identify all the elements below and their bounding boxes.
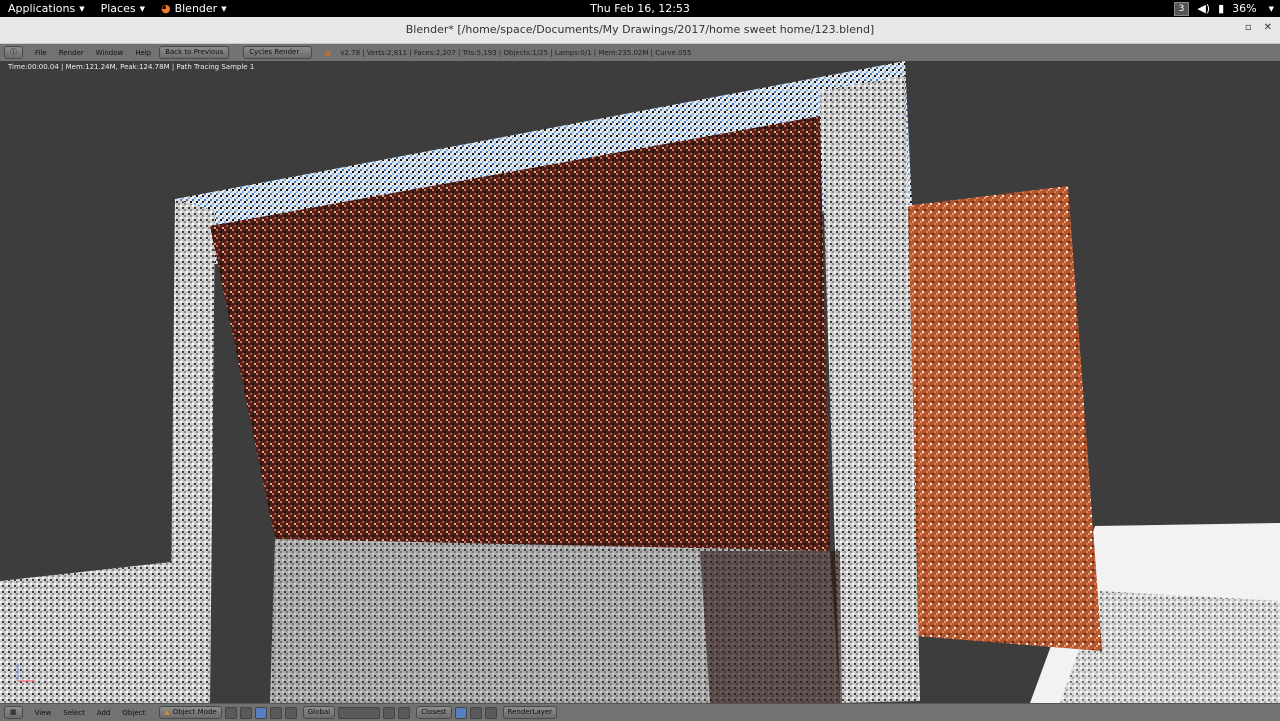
orientation-dropdown[interactable]: Global [302,706,336,719]
maximize-icon[interactable]: ▫ [1245,22,1252,33]
workspace-indicator[interactable]: 3 [1173,1,1190,16]
rotate-icon[interactable] [284,706,297,719]
object-mode-icon: ▲ [164,708,170,716]
floor-surface [0,561,200,703]
window-title-bar: Blender* [/home/space/Documents/My Drawi… [0,17,1280,44]
places-menu[interactable]: Places ▼ [93,2,153,15]
scene-stats: v2.78 | Verts:2,811 | Faces:2,207 | Tris… [340,48,692,57]
3d-viewport[interactable]: Time:00:00.04 | Mem:121.24M, Peak:124.78… [0,61,1280,703]
clock[interactable]: Thu Feb 16, 12:53 [590,2,690,15]
snap-icon[interactable] [398,706,411,719]
back-to-previous-label: Back to Previous [165,48,224,56]
menu-window[interactable]: Window [96,49,124,57]
opengl-render-icon[interactable] [469,706,482,719]
side-wall [905,186,1102,651]
mode-label: Object Mode [172,708,217,716]
close-icon[interactable]: ✕ [1264,22,1272,33]
3d-view-header: ▦ View Select Add Object ▲ Object Mode G… [0,703,1280,721]
menu-render[interactable]: Render [59,49,84,57]
window-title: Blender* [/home/space/Documents/My Drawi… [405,23,875,36]
info-header: ⓘ File Render Window Help Back to Previo… [0,44,1280,62]
render-status: Time:00:00.04 | Mem:121.24M, Peak:124.78… [8,63,255,71]
system-tray[interactable]: 3 ◀) ▮ 36% ▼ [1173,0,1274,17]
menu-select[interactable]: Select [63,709,85,717]
menu-help[interactable]: Help [135,49,151,57]
translate-icon[interactable] [269,706,282,719]
render-layer-label: RenderLayer [507,708,552,716]
editor-type-icon[interactable]: ▦ [4,706,23,719]
battery-percent: 36% [1232,2,1257,15]
menu-file[interactable]: File [35,49,47,57]
volume-icon: ◀) [1197,2,1211,15]
wall-frame-left [170,199,215,703]
menu-object[interactable]: Object [122,709,145,717]
caret-down-icon: ▼ [139,4,145,13]
pivot-point-icon[interactable] [239,706,252,719]
snap-element-icon[interactable] [454,706,467,719]
app-menu[interactable]: ◕ Blender ▼ [153,2,235,15]
caret-down-icon: ▼ [1268,4,1274,13]
menu-add[interactable]: Add [97,709,111,717]
caret-down-icon: ▼ [79,4,85,13]
applications-label: Applications [8,2,76,15]
blender-logo-icon: ◕ [160,2,171,15]
opengl-animation-icon[interactable] [484,706,497,719]
viewport-shading-icon[interactable] [224,706,237,719]
applications-menu[interactable]: Applications ▼ [0,2,93,15]
render-engine-dropdown[interactable]: Cycles Render [243,46,313,59]
editor-type-icon[interactable]: ⓘ [4,46,23,59]
orientation-label: Global [307,708,331,716]
wall-base-shadow [700,551,842,703]
gnome-top-bar: Applications ▼ Places ▼ ◕ Blender ▼ Thu … [0,0,1280,17]
app-menu-label: Blender [174,2,218,15]
snap-target-label: Closest [421,708,447,716]
snap-target-dropdown[interactable]: Closest [416,706,452,719]
menu-view[interactable]: View [35,709,52,717]
caret-down-icon: ▼ [221,4,227,13]
mode-dropdown[interactable]: ▲ Object Mode [159,706,222,719]
battery-icon: ▮ [1218,2,1225,15]
layer-buttons-icon[interactable] [338,706,381,719]
manipulator-icon[interactable] [254,706,267,719]
proportional-edit-icon[interactable] [383,706,396,719]
render-engine-label: Cycles Render [249,48,300,56]
render-layer-dropdown[interactable]: RenderLayer [502,706,557,719]
blender-logo-icon: ◕ [324,48,331,57]
clock-label: Thu Feb 16, 12:53 [590,2,690,15]
render-preview [0,61,1280,703]
places-label: Places [100,2,136,15]
back-to-previous-button[interactable]: Back to Previous [159,46,230,59]
